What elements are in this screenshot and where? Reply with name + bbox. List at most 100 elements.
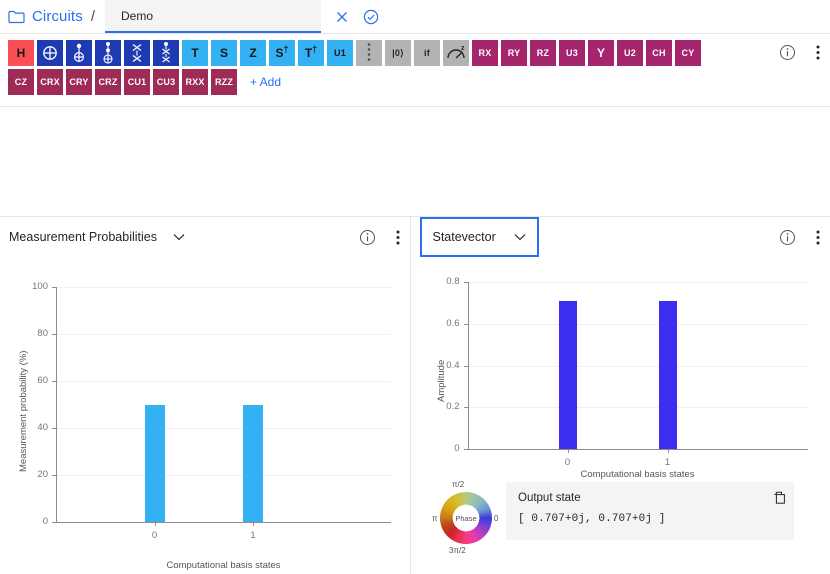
overflow-menu-icon[interactable]	[816, 44, 820, 61]
bar[interactable]	[659, 301, 677, 449]
gate-cswap[interactable]	[153, 40, 179, 66]
y-tick-label: 0	[0, 516, 48, 527]
chevron-down-icon	[514, 228, 526, 246]
measurement-panel-header: Measurement Probabilities	[0, 217, 410, 257]
measurement-panel-title: Measurement Probabilities	[9, 230, 157, 244]
gate-u1[interactable]: U1	[327, 40, 353, 66]
y-axis-title: Measurement probability (%)	[18, 351, 29, 472]
statevector-view-selector[interactable]: Statevector	[420, 217, 539, 257]
gate-row-primary: H TSZS†T†U1 |0⟩if z RXRYRZU3YU2CHCY	[8, 40, 822, 66]
tab-demo-label: Demo	[121, 9, 153, 23]
x-axis-title: Computational basis states	[468, 469, 808, 480]
gate-u3[interactable]: U3	[559, 40, 585, 66]
y-tick	[464, 366, 468, 367]
gate-rz[interactable]: RZ	[530, 40, 556, 66]
gate-h[interactable]: H	[8, 40, 34, 66]
x-tick	[568, 449, 569, 453]
x-tick	[668, 449, 669, 453]
gridline	[468, 324, 808, 325]
gate-swap[interactable]	[124, 40, 150, 66]
circuit-canvas[interactable]: q0 + c1 H	[0, 107, 830, 217]
gate-ry[interactable]: RY	[501, 40, 527, 66]
gate-x[interactable]	[37, 40, 63, 66]
y-axis-line	[56, 287, 57, 522]
bar[interactable]	[243, 405, 263, 523]
bar[interactable]	[145, 405, 165, 523]
bar[interactable]	[559, 301, 577, 449]
measurement-probabilities-panel: Measurement Probabilities	[0, 217, 410, 574]
app-header: Circuits / Demo	[0, 0, 830, 34]
gate-barrier[interactable]	[356, 40, 382, 66]
gate-measure-z[interactable]: z	[443, 40, 469, 66]
x-tick-label: 1	[648, 457, 688, 468]
overflow-menu-icon[interactable]	[396, 229, 400, 246]
svg-text:z: z	[461, 45, 465, 52]
y-tick	[464, 324, 468, 325]
y-tick-label: 100	[0, 281, 48, 292]
info-icon[interactable]	[779, 229, 796, 246]
statevector-panel-title: Statevector	[433, 230, 496, 244]
y-axis-line	[468, 282, 469, 449]
statevector-panel-tools	[779, 229, 820, 246]
gate-rxx[interactable]: RXX	[182, 69, 208, 95]
y-tick-label: 0.2	[411, 401, 460, 412]
phase-label-zero: 0	[494, 514, 498, 523]
tab-actions	[321, 0, 379, 33]
y-tick	[52, 334, 56, 335]
gridline	[56, 475, 391, 476]
gate-ch[interactable]: CH	[646, 40, 672, 66]
gridline	[468, 366, 808, 367]
y-axis-title: Amplitude	[436, 360, 447, 402]
add-gate-link[interactable]: + Add	[250, 75, 281, 89]
overflow-menu-icon[interactable]	[816, 229, 820, 246]
x-axis-line	[56, 522, 391, 523]
x-tick-label: 0	[548, 457, 588, 468]
measurement-view-selector[interactable]: Measurement Probabilities	[9, 228, 185, 246]
phase-wheel-center-label: Phase	[440, 492, 492, 544]
gate-0[interactable]: |0⟩	[385, 40, 411, 66]
gate-cz[interactable]: CZ	[8, 69, 34, 95]
info-icon[interactable]	[359, 229, 376, 246]
tab-demo[interactable]: Demo	[105, 0, 321, 33]
measurement-panel-tools	[359, 229, 400, 246]
gate-t[interactable]: T†	[298, 40, 324, 66]
gate-t[interactable]: T	[182, 40, 208, 66]
folder-icon[interactable]	[8, 10, 25, 24]
gate-if[interactable]: if	[414, 40, 440, 66]
gate-cry[interactable]: CRY	[66, 69, 92, 95]
info-icon[interactable]	[779, 44, 796, 61]
gate-palette: H TSZS†T†U1 |0⟩if z RXRYRZU3YU2CHCY CZCRXCRY…	[0, 34, 830, 107]
x-tick-label: 1	[233, 530, 273, 541]
gate-cx[interactable]	[66, 40, 92, 66]
gate-y[interactable]: Y	[588, 40, 614, 66]
gate-cu1[interactable]: CU1	[124, 69, 150, 95]
gridline	[56, 428, 391, 429]
y-tick-label: 0.4	[411, 360, 460, 371]
gate-rzz[interactable]: RZZ	[211, 69, 237, 95]
gate-cu3[interactable]: CU3	[153, 69, 179, 95]
gate-ccx[interactable]	[95, 40, 121, 66]
gridline	[468, 282, 808, 283]
palette-tools	[779, 44, 820, 61]
gate-u2[interactable]: U2	[617, 40, 643, 66]
breadcrumb-separator: /	[91, 8, 95, 25]
gate-rx[interactable]: RX	[472, 40, 498, 66]
copy-icon[interactable]	[772, 491, 786, 510]
gate-s[interactable]: S†	[269, 40, 295, 66]
gate-crx[interactable]: CRX	[37, 69, 63, 95]
gate-z[interactable]: Z	[240, 40, 266, 66]
output-state-value: [ 0.707+0j, 0.707+0j ]	[518, 513, 782, 525]
check-circle-icon[interactable]	[363, 9, 379, 25]
y-tick	[52, 475, 56, 476]
breadcrumb-circuits-link[interactable]: Circuits	[32, 8, 83, 25]
close-icon[interactable]	[335, 10, 349, 24]
y-tick	[52, 287, 56, 288]
gate-crz[interactable]: CRZ	[95, 69, 121, 95]
x-tick-label: 0	[135, 530, 175, 541]
quantum-composer-app: Circuits / Demo H TSZS†T†U1 |0⟩if z RXRYRZU3…	[0, 0, 830, 570]
y-tick-label: 0.6	[411, 318, 460, 329]
gate-s[interactable]: S	[211, 40, 237, 66]
gridline	[468, 407, 808, 408]
gate-cy[interactable]: CY	[675, 40, 701, 66]
gate-row-secondary: CZCRXCRYCRZCU1CU3RXXRZZ + Add	[8, 69, 822, 95]
